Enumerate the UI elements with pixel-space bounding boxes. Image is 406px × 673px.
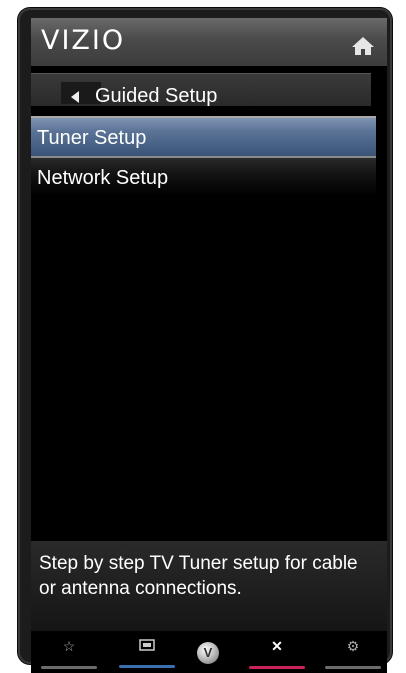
vizio-logo: VIZIO bbox=[41, 25, 126, 56]
tv-frame: VIZIO Guided Setup Tuner Setup Network S… bbox=[18, 8, 392, 673]
left-arrow-icon[interactable] bbox=[71, 91, 79, 103]
star-icon: ☆ bbox=[62, 638, 76, 654]
description-text: Step by step TV Tuner setup for cable or… bbox=[39, 553, 358, 599]
menu-item-tuner-setup[interactable]: Tuner Setup bbox=[31, 116, 376, 156]
favorites-underline bbox=[41, 666, 97, 669]
page-title: Guided Setup bbox=[95, 85, 218, 107]
header-bar: VIZIO bbox=[31, 18, 387, 66]
exit-underline bbox=[249, 666, 305, 669]
favorites-button[interactable]: ☆ bbox=[41, 638, 97, 669]
input-underline bbox=[119, 665, 175, 668]
gear-icon: ⚙ bbox=[346, 638, 360, 654]
settings-underline bbox=[325, 666, 381, 669]
close-icon: ✕ bbox=[271, 638, 283, 654]
menu-item-network-setup[interactable]: Network Setup bbox=[31, 156, 376, 196]
home-icon[interactable] bbox=[351, 36, 375, 56]
menu-item-label: Tuner Setup bbox=[37, 127, 147, 149]
exit-button[interactable]: ✕ bbox=[249, 638, 305, 669]
input-button[interactable] bbox=[119, 638, 175, 668]
settings-button[interactable]: ⚙ bbox=[325, 638, 381, 669]
menu-item-label: Network Setup bbox=[37, 167, 169, 189]
screen: VIZIO Guided Setup Tuner Setup Network S… bbox=[31, 18, 387, 673]
vizio-v-icon[interactable]: V bbox=[197, 642, 219, 664]
input-icon bbox=[139, 639, 155, 651]
